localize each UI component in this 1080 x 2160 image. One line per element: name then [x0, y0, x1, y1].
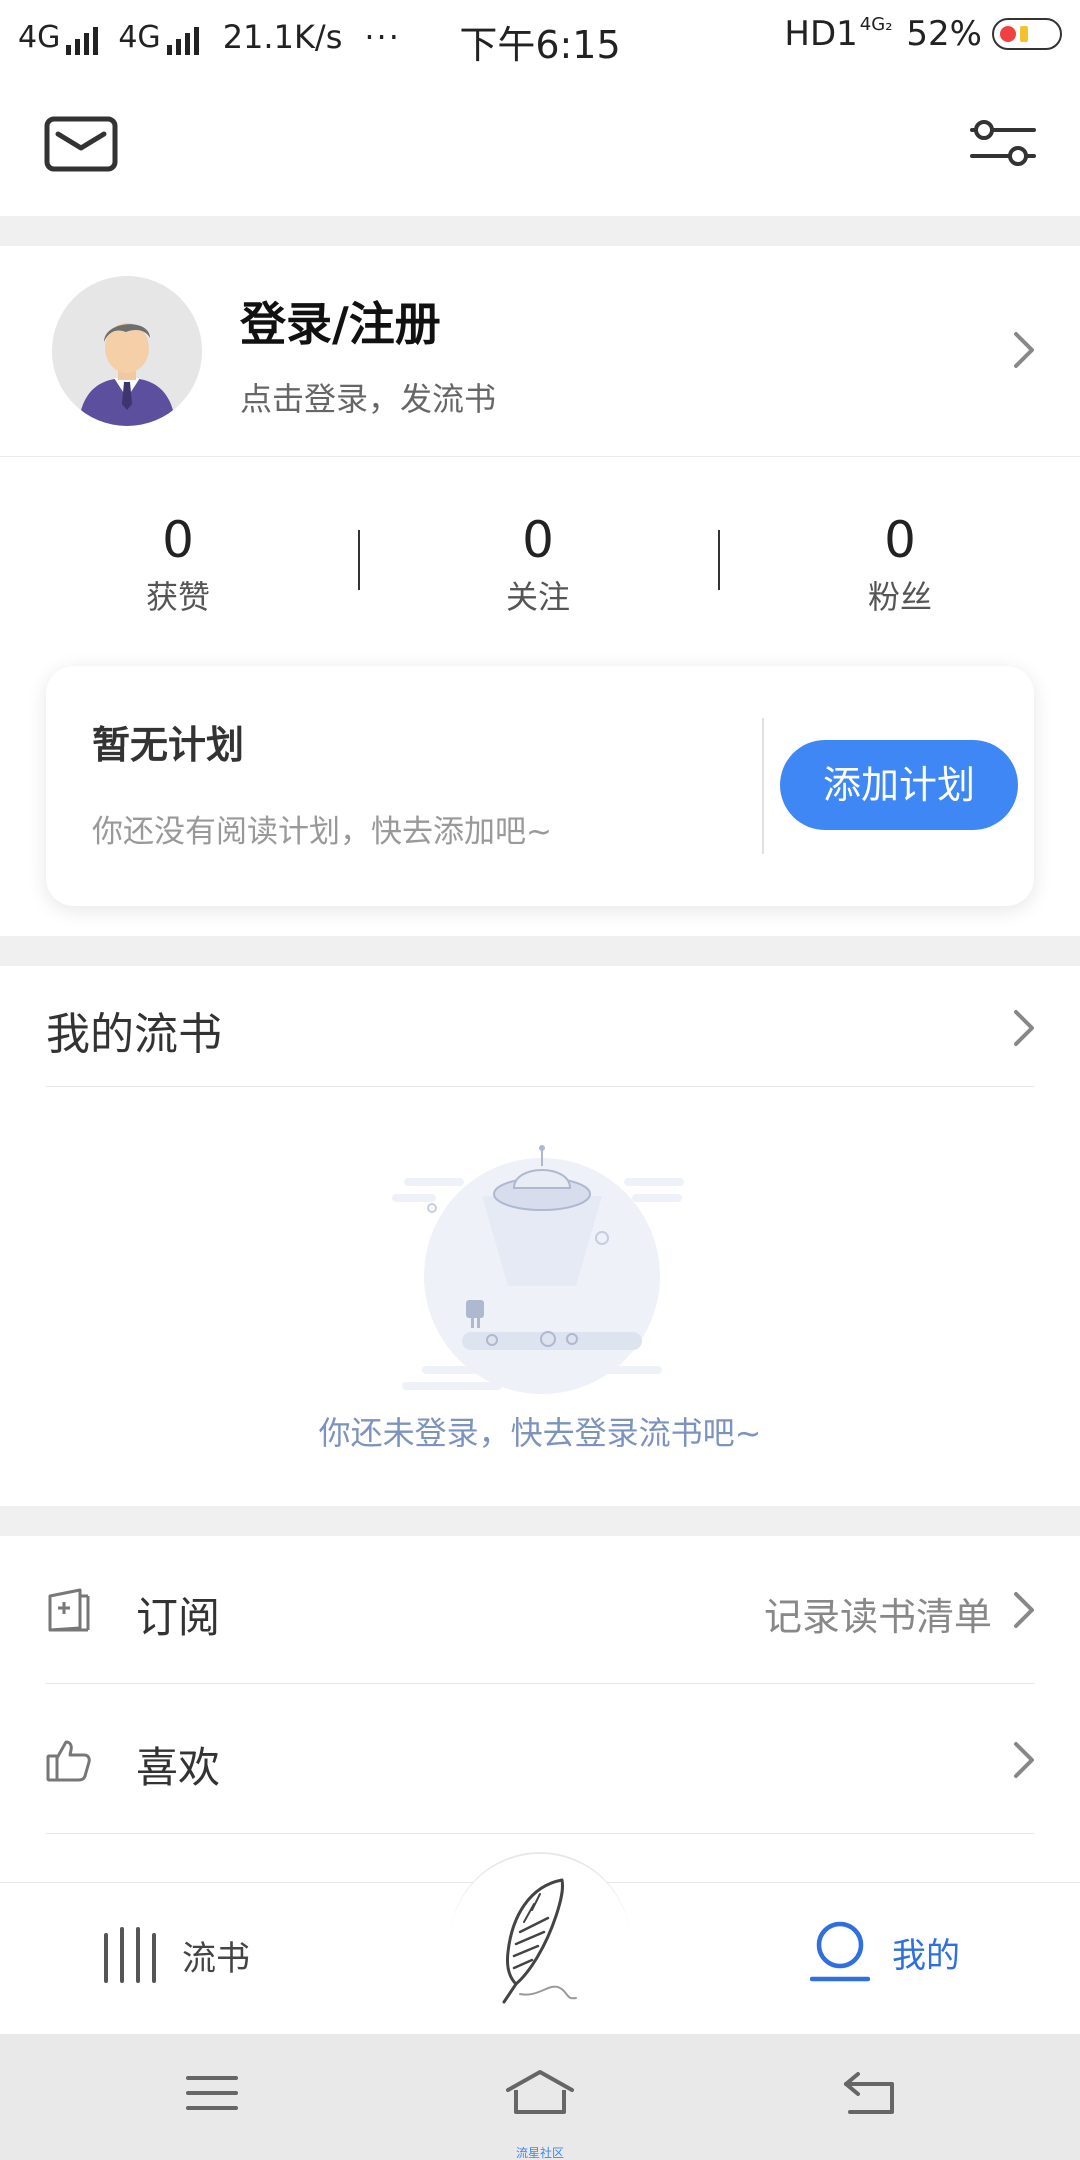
- chevron-right-icon: [1014, 332, 1034, 368]
- stat-value: 0: [884, 511, 916, 569]
- menu-hint: 记录读书清单: [763, 1595, 992, 1639]
- divider: [358, 530, 360, 590]
- status-bar: 4G 4G 21.1K/s ··· 下午6:15 HD1 4G₂ 52%: [0, 0, 1080, 76]
- avatar: [52, 276, 202, 426]
- login-profile-row[interactable]: 登录/注册 点击登录，发流书: [0, 246, 1080, 457]
- divider: [46, 1086, 1034, 1087]
- plan-subtitle: 你还没有阅读计划，快去添加吧~: [92, 814, 552, 850]
- divider: [762, 718, 764, 854]
- menu-label: 喜欢: [136, 1743, 221, 1792]
- empty-state-text: 你还未登录，快去登录流书吧~: [318, 1414, 762, 1452]
- stat-followers[interactable]: 0 粉丝: [800, 510, 1000, 618]
- settings-sliders-icon[interactable]: [968, 114, 1038, 174]
- chevron-right-icon[interactable]: [1006, 1006, 1040, 1050]
- quill-icon[interactable]: [490, 1876, 590, 2006]
- section-divider: [0, 936, 1080, 966]
- top-bar: [0, 76, 1080, 216]
- user-icon: [810, 1921, 870, 1982]
- tab-liushu[interactable]: 流书: [100, 1923, 250, 1987]
- tab-me[interactable]: 我的: [810, 1919, 960, 1985]
- mail-icon[interactable]: [44, 116, 118, 172]
- stat-label: 获赞: [145, 578, 210, 616]
- menu-item-subscribe[interactable]: 订阅 记录读书清单: [0, 1536, 1080, 1684]
- chevron-right-icon: [1014, 1592, 1034, 1628]
- menu-icon[interactable]: [182, 2068, 242, 2118]
- stat-value: 0: [162, 511, 194, 569]
- subscribe-icon: [48, 1588, 90, 1632]
- stat-likes[interactable]: 0 获赞: [78, 510, 278, 618]
- add-plan-button[interactable]: 添加计划: [780, 740, 1018, 830]
- plan-title: 暂无计划: [92, 723, 245, 767]
- menu-label: 订阅: [136, 1593, 221, 1642]
- back-icon[interactable]: [840, 2068, 900, 2118]
- network-type-label: 4G₂: [859, 13, 893, 35]
- divider: [46, 1683, 1034, 1684]
- battery-percentage: 52%: [906, 14, 982, 54]
- thumbs-up-icon: [46, 1740, 91, 1782]
- menu-item-like[interactable]: 喜欢: [0, 1686, 1080, 1834]
- section-divider: [0, 1506, 1080, 1536]
- stat-label: 关注: [505, 578, 570, 616]
- stat-label: 粉丝: [867, 578, 932, 616]
- divider: [718, 530, 720, 590]
- bars-icon: [104, 1927, 156, 1983]
- tab-label: 流书: [182, 1938, 250, 1979]
- page: 4G 4G 21.1K/s ··· 下午6:15 HD1 4G₂ 52% 登录/…: [0, 0, 1080, 2160]
- section-divider: [0, 216, 1080, 246]
- stat-following[interactable]: 0 关注: [438, 510, 638, 618]
- tab-label: 我的: [892, 1935, 960, 1976]
- system-navigation-bar: 流星社区: [0, 2034, 1080, 2160]
- login-title: 登录/注册: [240, 297, 441, 351]
- stats-row: 0 获赞 0 关注 0 粉丝: [0, 500, 1080, 630]
- reading-plan-card: 暂无计划 你还没有阅读计划，快去添加吧~ 添加计划: [46, 666, 1034, 906]
- nav-caption: 流星社区: [515, 2146, 564, 2160]
- home-icon[interactable]: [504, 2068, 576, 2118]
- empty-state-ufo-illustration: [392, 1145, 684, 1394]
- hd-indicator: HD1: [784, 14, 858, 54]
- divider: [46, 1833, 1034, 1834]
- section-title[interactable]: 我的流书: [46, 998, 222, 1062]
- battery-icon: [992, 18, 1062, 50]
- chevron-right-icon: [1014, 1742, 1034, 1778]
- my-liushu-section: 我的流书 你还未登录，快去登录流书吧~: [0, 966, 1080, 1506]
- stat-value: 0: [522, 511, 554, 569]
- login-subtitle: 点击登录，发流书: [240, 380, 497, 418]
